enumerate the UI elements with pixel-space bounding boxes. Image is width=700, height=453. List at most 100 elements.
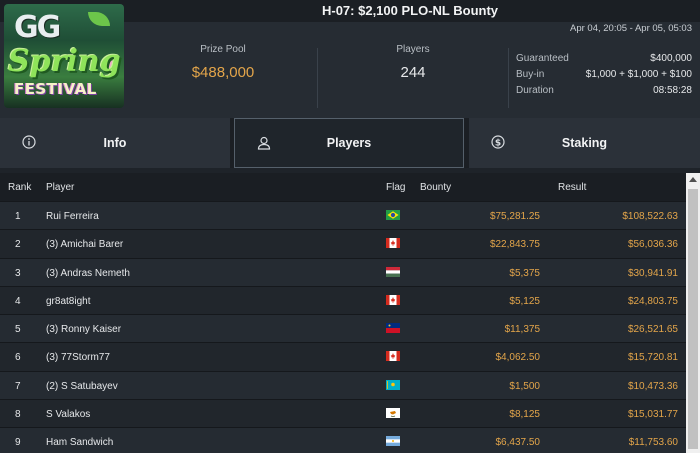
canada-flag-icon: [386, 238, 400, 249]
tab-players[interactable]: Players: [234, 118, 464, 168]
player-name-cell: Rui Ferreira: [46, 211, 99, 222]
rank-cell: 5: [15, 324, 21, 336]
result-cell: $11,753.60: [628, 437, 678, 449]
rank-cell: 4: [15, 295, 21, 307]
players-table: Rank Player Flag Bounty Result 1 Rui Ferr…: [0, 173, 686, 453]
table-row[interactable]: 1 Rui Ferreira $75,281.25 $108,522.63: [0, 201, 686, 230]
rank-cell: 8: [15, 409, 21, 421]
divider: [508, 48, 509, 108]
header-bounty[interactable]: Bounty: [420, 182, 451, 193]
result-cell: $15,720.81: [627, 352, 678, 364]
bounty-cell: $22,843.75: [489, 239, 540, 251]
header-result[interactable]: Result: [558, 182, 586, 193]
date-range: Apr 04, 20:05 - Apr 05, 05:03: [569, 23, 692, 34]
bounty-cell: $75,281.25: [489, 211, 540, 222]
table-row[interactable]: 6 (3) 77Storm77 $4,062.50 $15,720.81: [0, 342, 686, 371]
bounty-cell: $11,375: [504, 324, 540, 336]
players-value: 244: [400, 64, 426, 81]
rank-cell: 6: [15, 352, 21, 364]
player-name-cell: S Valakos: [46, 409, 91, 421]
table-row[interactable]: 5 (3) Ronny Kaiser $11,375 $26,521.65: [0, 314, 686, 343]
tab-info[interactable]: Info: [0, 118, 230, 168]
tab-info-label: Info: [103, 136, 127, 150]
players-stat: Players 244: [320, 44, 506, 81]
buyin-row: Buy-in $1,000 + $1,000 + $100: [516, 69, 692, 85]
bounty-cell: $5,375: [509, 267, 540, 279]
bounty-cell: $5,125: [509, 295, 540, 307]
bounty-cell: $6,437.50: [495, 437, 541, 449]
gg-spring-festival-logo: GG Spring FESTIVAL: [4, 4, 124, 108]
table-row[interactable]: 4 gr8at8ight $5,125 $24,803.75: [0, 285, 686, 315]
leaf-decoration: [88, 12, 110, 26]
guaranteed-label: Guaranteed: [516, 53, 569, 64]
info-icon: [22, 135, 36, 149]
hungary-flag-icon: [386, 266, 400, 277]
argentina-flag-icon: [386, 436, 400, 447]
player-name-cell: (3) 77Storm77: [46, 352, 110, 364]
scroll-up-arrow-icon[interactable]: [686, 173, 700, 187]
svg-text:$: $: [495, 138, 501, 148]
duration-label: Duration: [516, 85, 554, 96]
logo-text-gg: GG: [14, 10, 61, 45]
cyprus-flag-icon: [386, 408, 400, 419]
buyin-label: Buy-in: [516, 69, 545, 80]
rank-cell: 2: [15, 239, 21, 251]
divider: [317, 48, 318, 108]
rank-cell: 7: [15, 380, 21, 392]
logo-text-festival: FESTIVAL: [14, 80, 97, 98]
tab-bar: Info Players $ Staking: [0, 118, 700, 168]
table-header: Rank Player Flag Bounty Result: [0, 173, 686, 201]
guaranteed-row: Guaranteed $400,000: [516, 53, 692, 69]
rank-cell: 9: [15, 437, 21, 449]
tab-players-label: Players: [326, 136, 372, 150]
tab-staking-label: Staking: [561, 136, 608, 150]
kazakhstan-flag-icon: [386, 379, 400, 390]
bounty-cell: $1,500: [509, 380, 540, 392]
result-cell: $10,473.36: [627, 380, 678, 392]
header-flag[interactable]: Flag: [386, 182, 405, 193]
result-cell: $56,036.36: [627, 239, 678, 251]
guaranteed-value: $400,000: [650, 53, 692, 64]
result-cell: $26,521.65: [627, 324, 678, 336]
user-icon: [257, 136, 271, 150]
scrollbar[interactable]: [686, 173, 700, 453]
result-cell: $108,522.63: [622, 211, 678, 222]
result-cell: $15,031.77: [627, 409, 678, 421]
canada-flag-icon: [386, 351, 400, 362]
player-name-cell: (3) Ronny Kaiser: [46, 324, 122, 336]
duration-row: Duration 08:58:28: [516, 85, 692, 101]
brazil-flag-icon: [386, 210, 400, 220]
bounty-cell: $4,062.50: [495, 352, 541, 364]
result-cell: $24,803.75: [627, 295, 678, 307]
dollar-coin-icon: $: [491, 135, 505, 149]
rank-cell: 3: [15, 267, 21, 279]
duration-value: 08:58:28: [653, 85, 692, 96]
header-rank[interactable]: Rank: [8, 182, 31, 193]
buyin-value: $1,000 + $1,000 + $100: [585, 69, 692, 80]
table-row[interactable]: 3 (3) Andras Nemeth $5,375 $30,941.91: [0, 257, 686, 286]
header-player[interactable]: Player: [46, 182, 74, 193]
tab-staking[interactable]: $ Staking: [469, 118, 700, 168]
scroll-thumb[interactable]: [688, 189, 698, 449]
table-row[interactable]: 9 Ham Sandwich $6,437.50 $11,753.60: [0, 427, 686, 453]
player-name-cell: Ham Sandwich: [46, 437, 114, 449]
bounty-cell: $8,125: [509, 409, 540, 421]
prize-pool-stat: Prize Pool $488,000: [138, 44, 308, 81]
table-row[interactable]: 8 S Valakos $8,125 $15,031.77: [0, 399, 686, 428]
result-cell: $30,941.91: [627, 267, 678, 279]
logo-text-spring: Spring: [8, 44, 121, 79]
canada-flag-icon: [386, 294, 400, 305]
prize-pool-value: $488,000: [191, 64, 255, 81]
table-row[interactable]: 7 (2) S Satubayev $1,500 $10,473.36: [0, 370, 686, 400]
player-name-cell: (3) Amichai Barer: [46, 239, 124, 251]
tournament-window: H-07: $2,100 PLO-NL Bounty Apr 04, 20:05…: [0, 0, 700, 453]
table-body: 1 Rui Ferreira $75,281.25 $108,522.63 2 (3) A…: [0, 201, 686, 453]
prize-pool-label: Prize Pool: [200, 44, 246, 55]
player-name-cell: (2) S Satubayev: [46, 380, 118, 392]
player-name-cell: gr8at8ight: [46, 295, 91, 307]
players-label: Players: [396, 44, 430, 55]
rank-cell: 1: [15, 211, 21, 222]
tournament-details: Guaranteed $400,000 Buy-in $1,000 + $1,0…: [516, 53, 692, 101]
table-row[interactable]: 2 (3) Amichai Barer $22,843.75 $56,036.36: [0, 229, 686, 258]
player-name-cell: (3) Andras Nemeth: [46, 267, 130, 279]
